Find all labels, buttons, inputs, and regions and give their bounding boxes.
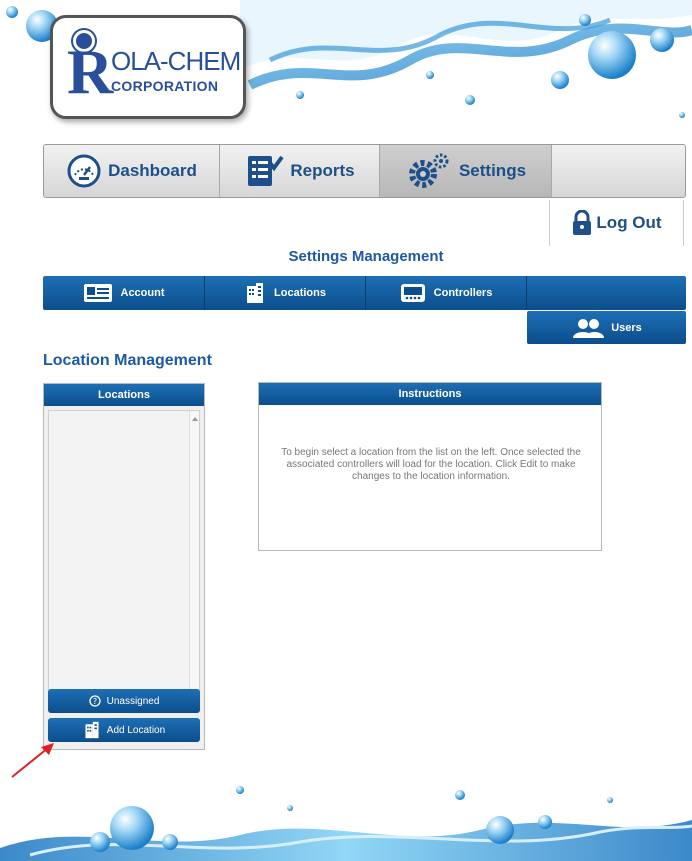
svg-text:?: ? <box>92 697 96 706</box>
question-icon: ? <box>88 695 101 707</box>
subtab-empty <box>527 276 686 310</box>
tab-settings-label: Settings <box>458 161 527 180</box>
logo-word: OLA-CHEM <box>111 46 241 76</box>
subtab-locations[interactable]: Locations <box>205 276 366 310</box>
settings-sub-nav: Account Locations Controllers <box>43 276 686 310</box>
logout-label: Log Out <box>596 213 662 232</box>
subtab-account[interactable]: Account <box>43 276 205 310</box>
locations-list-scrollbar[interactable] <box>189 411 199 699</box>
subtab-users[interactable]: Users <box>527 311 686 344</box>
settings-management-title: Settings Management <box>288 248 444 265</box>
tab-reports[interactable]: Reports <box>220 145 380 197</box>
logout-button[interactable]: Log Out <box>549 200 684 246</box>
locations-panel-header: Locations <box>44 384 204 406</box>
footer-water-splash <box>0 786 692 861</box>
logo-corporation: CORPORATION <box>111 78 219 94</box>
tab-empty <box>552 145 685 197</box>
instructions-panel-header: Instructions <box>259 383 601 405</box>
settings-gears-icon <box>405 152 453 190</box>
logo-letter: R <box>67 36 114 107</box>
controller-icon <box>400 283 426 303</box>
building-icon <box>83 721 101 739</box>
tab-dashboard[interactable]: Dashboard <box>44 145 220 197</box>
subtab-users-label: Users <box>611 321 642 334</box>
subtab-controllers[interactable]: Controllers <box>366 276 527 310</box>
locations-panel: Locations ? Unassigned Add Location <box>43 383 205 750</box>
reports-icon <box>244 153 284 189</box>
subtab-account-label: Account <box>120 287 165 299</box>
users-icon <box>571 318 605 338</box>
subtab-controllers-label: Controllers <box>433 287 493 299</box>
instructions-text: To begin select a location from the list… <box>281 447 581 482</box>
add-location-button[interactable]: Add Location <box>48 718 200 742</box>
unassigned-button[interactable]: ? Unassigned <box>48 689 200 713</box>
lock-icon <box>571 210 593 236</box>
unassigned-label: Unassigned <box>106 695 160 707</box>
instructions-panel: Instructions To begin select a location … <box>258 382 602 551</box>
locations-list[interactable] <box>48 410 200 700</box>
add-location-label: Add Location <box>106 724 166 736</box>
subtab-locations-label: Locations <box>274 287 326 299</box>
tab-dashboard-label: Dashboard <box>108 161 197 180</box>
account-card-icon <box>83 283 113 303</box>
dashboard-gauge-icon <box>66 153 102 189</box>
tab-settings[interactable]: Settings <box>380 145 552 197</box>
location-management-title: Location Management <box>43 352 212 369</box>
rola-chem-logo: R OLA-CHEM CORPORATION <box>50 15 246 119</box>
scroll-up-icon[interactable] <box>192 417 198 421</box>
main-nav: Dashboard Reports Settings <box>43 144 686 198</box>
tab-reports-label: Reports <box>290 161 355 180</box>
building-icon <box>244 282 266 304</box>
